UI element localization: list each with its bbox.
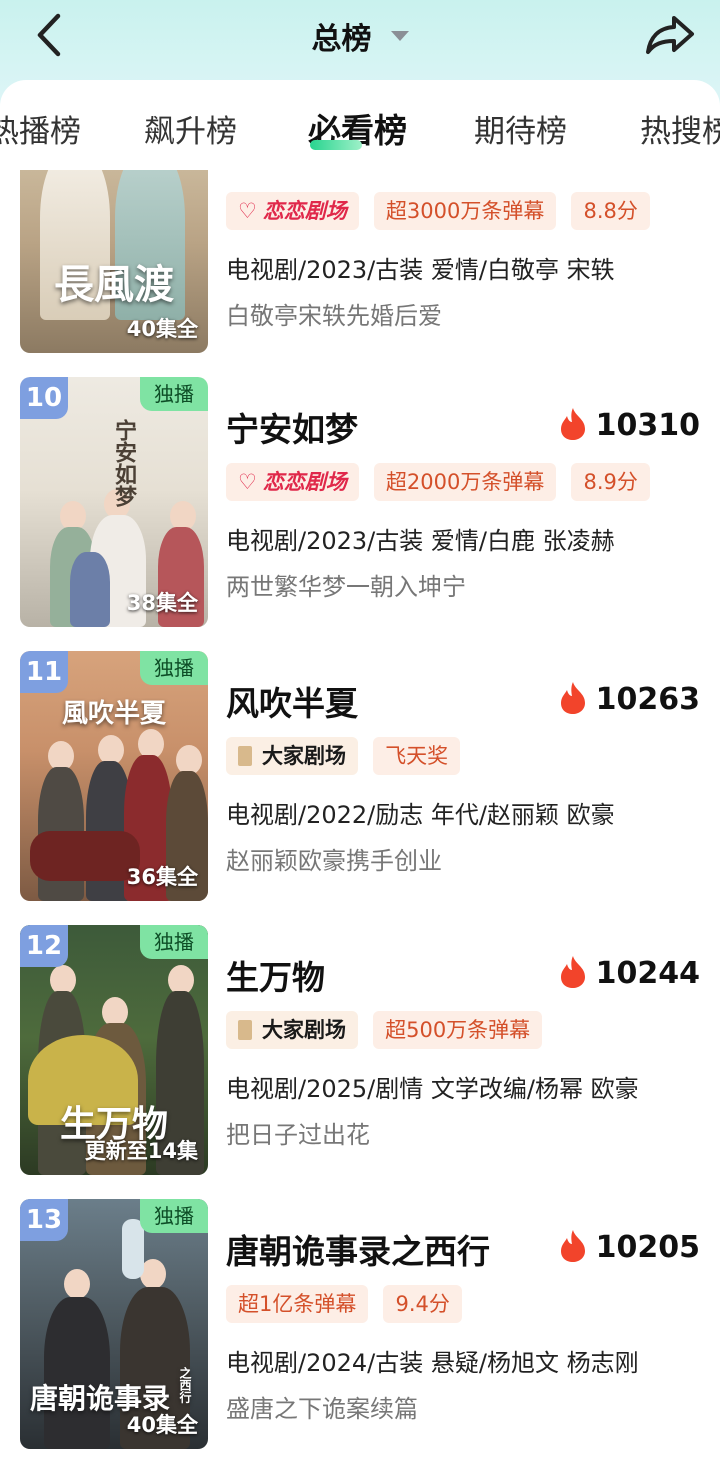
nav-bar: 总榜 [0,0,720,78]
share-arrow-icon [646,16,694,54]
score-badge: 8.9分 [571,463,650,501]
list-item[interactable]: 長風渡 40集全 ♡ 恋恋剧场 超3000万条弹幕 8.8分 电视剧/2023/古… [0,170,720,360]
award-badge: 飞天奖 [373,737,461,775]
poster-subtitle: 之西行 [178,1367,192,1403]
score-badge: 8.8分 [571,192,650,230]
barrage-badge: 超500万条弹幕 [373,1011,543,1049]
list-item[interactable]: 風吹半夏 11 独播 36集全 风吹半夏 10263 大家剧场 飞天奖 电视剧/… [0,651,720,901]
poster-title: 長風渡 [54,261,174,308]
bottle-shape [122,1219,144,1279]
score-badge: 9.4分 [383,1285,462,1323]
ranking-list: 長風渡 40集全 ♡ 恋恋剧场 超3000万条弹幕 8.8分 电视剧/2023/古… [0,170,720,1461]
show-title[interactable]: 唐朝诡事录之西行 [226,1225,490,1273]
list-item[interactable]: 宁安如梦 10 独播 38集全 宁安如梦 10310 ♡ 恋恋剧场 超2000万条… [0,377,720,627]
item-meta: 电视剧/2022/励志 年代/赵丽颖 欧豪 [226,801,615,829]
active-tab-indicator [310,140,362,150]
channel-logo: 大家剧场 [226,737,358,775]
share-button[interactable] [640,10,700,60]
heat-score: 10263 [558,681,700,717]
caret-down-icon [390,31,409,41]
header-background: 总榜 热播榜 飙升榜 必看榜 期待榜 热搜榜 [0,0,720,170]
episode-count: 38集全 [126,591,198,615]
tag-row: 超1亿条弹幕 9.4分 [226,1285,472,1323]
poster-title: 宁安如梦 [111,419,137,507]
book-icon [238,746,252,766]
episode-count: 更新至14集 [84,1139,198,1163]
page-title: 总榜 [311,22,372,57]
barrage-badge: 超3000万条弹幕 [373,192,557,230]
poster-image[interactable]: 宁安如梦 10 独播 38集全 [20,377,208,627]
tab-hot-search[interactable]: 热搜榜 [640,106,720,151]
item-description: 把日子过出花 [226,1121,370,1149]
rank-badge: 12 [20,925,68,967]
title-dropdown[interactable]: 总榜 [0,14,720,58]
heart-icon: ♡ [238,198,257,223]
item-description: 赵丽颖欧豪携手创业 [226,847,442,875]
poster-title: 風吹半夏 [61,699,166,729]
motorcycle-shape [30,831,140,881]
poster-image[interactable]: 長風渡 40集全 [20,170,208,353]
item-meta: 电视剧/2023/古装 爱情/白鹿 张凌赫 [226,527,615,555]
rank-badge: 10 [20,377,68,419]
flame-icon [560,1230,585,1262]
heat-score: 10244 [558,955,700,991]
item-description: 白敬亭宋轶先婚后爱 [226,302,442,330]
item-description: 两世繁华梦一朝入坤宁 [226,573,466,601]
tag-row: 大家剧场 超500万条弹幕 [226,1011,552,1049]
item-description: 盛唐之下诡案续篇 [226,1395,418,1423]
episode-count: 40集全 [126,317,198,341]
item-meta: 电视剧/2025/剧情 文学改编/杨幂 欧豪 [226,1075,639,1103]
rank-badge: 11 [20,651,68,693]
show-title[interactable]: 宁安如梦 [226,403,358,451]
tag-row: 大家剧场 飞天奖 [226,737,470,775]
tag-row: ♡ 恋恋剧场 超3000万条弹幕 8.8分 [226,192,660,230]
book-icon [238,1020,252,1040]
list-item[interactable]: 唐朝诡事录 之西行 13 独播 40集全 唐朝诡事录之西行 10205 超1亿条… [0,1199,720,1449]
heart-icon: ♡ [238,469,257,494]
ranking-tabs: 热播榜 飙升榜 必看榜 期待榜 热搜榜 [0,80,720,170]
exclusive-badge: 独播 [140,651,208,685]
barrage-badge: 超1亿条弹幕 [226,1285,369,1323]
flame-icon [560,682,585,714]
exclusive-badge: 独播 [140,925,208,959]
show-title[interactable]: 生万物 [226,951,325,999]
rank-badge: 13 [20,1199,68,1241]
list-item[interactable]: 生万物 12 独播 更新至14集 生万物 10244 大家剧场 超500万条弹幕… [0,925,720,1175]
exclusive-badge: 独播 [140,377,208,411]
heat-score: 10310 [558,407,700,443]
poster-image[interactable]: 風吹半夏 11 独播 36集全 [20,651,208,901]
item-meta: 电视剧/2023/古装 爱情/白敬亭 宋轶 [226,256,615,284]
channel-logo: ♡ 恋恋剧场 [226,463,359,501]
poster-image[interactable]: 唐朝诡事录 之西行 13 独播 40集全 [20,1199,208,1449]
barrage-badge: 超2000万条弹幕 [373,463,557,501]
flame-icon [560,956,585,988]
poster-image[interactable]: 生万物 12 独播 更新至14集 [20,925,208,1175]
episode-count: 36集全 [126,865,198,889]
channel-logo: ♡ 恋恋剧场 [226,192,359,230]
heat-score: 10205 [558,1229,700,1265]
tab-rising[interactable]: 飙升榜 [144,106,237,151]
exclusive-badge: 独播 [140,1199,208,1233]
channel-logo: 大家剧场 [226,1011,358,1049]
flame-icon [560,408,585,440]
episode-count: 40集全 [126,1413,198,1437]
tab-hot-play[interactable]: 热播榜 [0,106,81,151]
figure-head [64,1269,90,1299]
tab-anticipated[interactable]: 期待榜 [474,106,567,151]
tag-row: ♡ 恋恋剧场 超2000万条弹幕 8.9分 [226,463,660,501]
show-title[interactable]: 风吹半夏 [226,677,358,725]
item-meta: 电视剧/2024/古装 悬疑/杨旭文 杨志刚 [226,1349,639,1377]
figure-shape [70,552,110,627]
